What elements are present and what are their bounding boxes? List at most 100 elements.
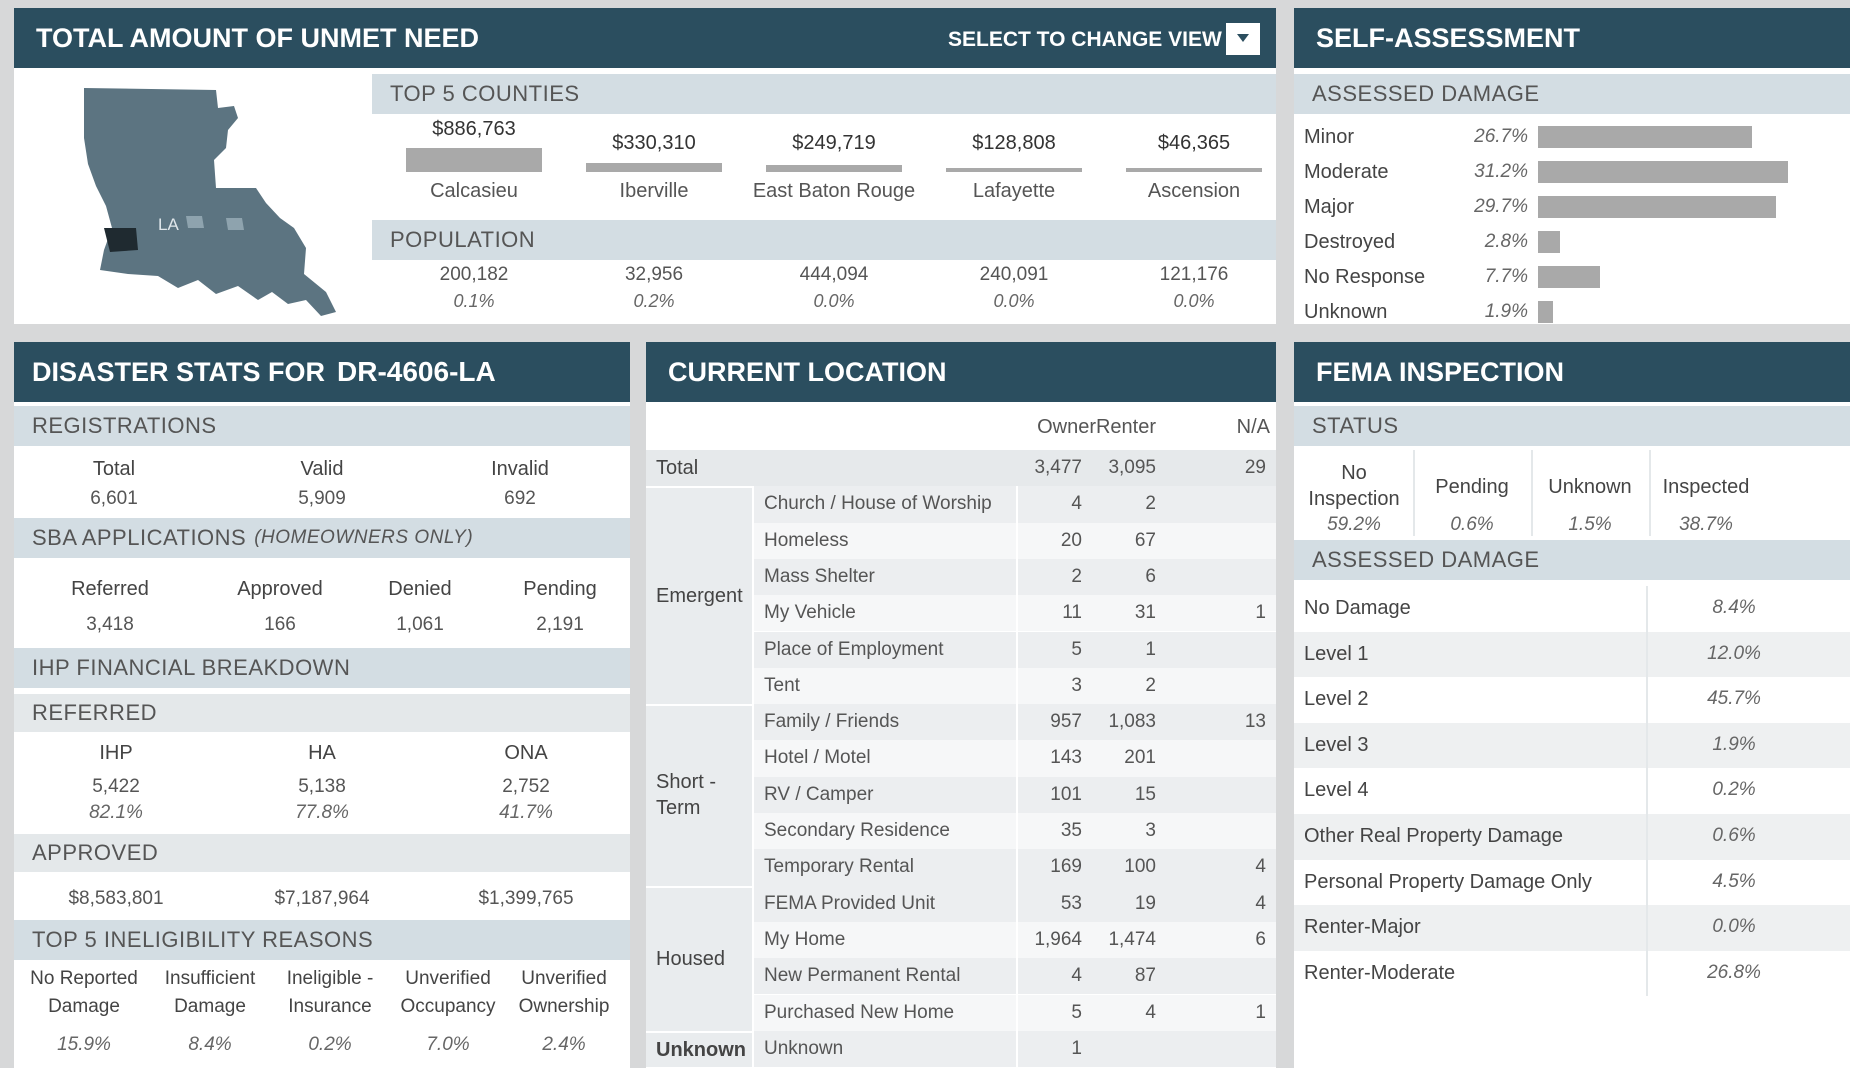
location-row-label: Unknown bbox=[764, 1037, 844, 1059]
self-assessment-bar[interactable] bbox=[1538, 266, 1600, 288]
status-column-label-line1: Pending bbox=[1435, 476, 1509, 498]
county-name[interactable]: Lafayette bbox=[924, 180, 1104, 203]
select-view-label[interactable]: SELECT TO CHANGE VIEW bbox=[948, 28, 1222, 52]
registrations-band: REGISTRATIONS bbox=[14, 406, 630, 446]
location-row-owner: 11 bbox=[1062, 602, 1082, 624]
location-row[interactable]: Family / Friends 957 1,083 13 bbox=[754, 704, 1276, 741]
inspection-damage-row[interactable]: Renter-Major 0.0% bbox=[1294, 905, 1850, 951]
location-row-label: RV / Camper bbox=[764, 783, 874, 805]
population-label: POPULATION bbox=[390, 227, 536, 252]
self-assessment-bar[interactable] bbox=[1538, 161, 1788, 183]
county-bar[interactable] bbox=[946, 168, 1082, 172]
inspection-damage-row[interactable]: Level 1 12.0% bbox=[1294, 631, 1850, 678]
ineligibility-reason-pct: 15.9% bbox=[57, 1034, 111, 1055]
location-row-na: 4 bbox=[1255, 892, 1266, 914]
location-row[interactable]: Unknown 1 bbox=[754, 1030, 1276, 1068]
louisiana-map[interactable]: LA bbox=[66, 78, 346, 322]
county-name[interactable]: Calcasieu bbox=[384, 180, 564, 203]
inspection-damage-row[interactable]: Level 2 45.7% bbox=[1294, 677, 1850, 723]
location-row[interactable]: Hotel / Motel 143 201 bbox=[754, 740, 1276, 777]
location-row[interactable]: Secondary Residence 35 3 bbox=[754, 813, 1276, 850]
county-bar[interactable] bbox=[586, 163, 722, 172]
county-population: 121,176 bbox=[1159, 264, 1229, 285]
inspection-damage-row[interactable]: Level 3 1.9% bbox=[1294, 722, 1850, 769]
location-group-unknown: Unknown bbox=[646, 1030, 752, 1068]
inspection-damage-row[interactable]: Personal Property Damage Only 4.5% bbox=[1294, 859, 1850, 906]
registration-label: Total bbox=[92, 458, 136, 480]
location-row-divider bbox=[1016, 994, 1018, 1031]
location-row[interactable]: Homeless 20 67 bbox=[754, 522, 1276, 559]
sba-note: (HOMEOWNERS ONLY) bbox=[254, 527, 474, 548]
inspection-damage-label: No Damage bbox=[1304, 597, 1411, 619]
location-row[interactable]: Purchased New Home 5 4 1 bbox=[754, 994, 1276, 1031]
location-row-divider bbox=[1016, 667, 1018, 705]
sba-label: Approved bbox=[237, 578, 323, 600]
location-row[interactable]: FEMA Provided Unit 53 19 4 bbox=[754, 885, 1276, 922]
location-row[interactable]: RV / Camper 101 15 bbox=[754, 776, 1276, 813]
location-row[interactable]: My Vehicle 11 31 1 bbox=[754, 595, 1276, 632]
inspection-damage-row[interactable]: Renter-Moderate 26.8% bbox=[1294, 950, 1850, 997]
location-row[interactable]: Tent 3 2 bbox=[754, 667, 1276, 705]
county-name[interactable]: Iberville bbox=[564, 180, 744, 203]
county-bar[interactable] bbox=[1126, 168, 1262, 172]
ineligibility-reason-line1: Unverified bbox=[405, 968, 491, 989]
self-assessment-bar[interactable] bbox=[1538, 126, 1752, 148]
location-row[interactable]: New Permanent Rental 4 87 bbox=[754, 958, 1276, 995]
view-dropdown-button[interactable] bbox=[1226, 23, 1260, 55]
location-row-label: Place of Employment bbox=[764, 638, 944, 660]
inspection-damage-row[interactable]: Other Real Property Damage 0.6% bbox=[1294, 814, 1850, 860]
registration-value: 6,601 bbox=[90, 488, 138, 509]
location-row-label: Temporary Rental bbox=[764, 856, 914, 878]
location-row[interactable]: Place of Employment 5 1 bbox=[754, 631, 1276, 668]
self-assessment-bar[interactable] bbox=[1538, 301, 1553, 323]
status-band: STATUS bbox=[1294, 406, 1850, 446]
ihp-band: IHP FINANCIAL BREAKDOWN bbox=[14, 648, 630, 688]
location-row-label: FEMA Provided Unit bbox=[764, 892, 936, 914]
location-group-housed: Housed bbox=[646, 885, 752, 1031]
inspection-damage-divider bbox=[1646, 586, 1648, 632]
ineligibility-label: TOP 5 INELIGIBILITY REASONS bbox=[32, 927, 374, 952]
calcasieu-highlight bbox=[104, 228, 138, 252]
disaster-stats-panel: DISASTER STATS FOR DR-4606-LA REGISTRATI… bbox=[14, 342, 630, 1068]
county-population-pct: 0.1% bbox=[453, 291, 495, 311]
county-bar[interactable] bbox=[766, 165, 902, 172]
location-row[interactable]: My Home 1,964 1,474 6 bbox=[754, 921, 1276, 959]
location-row-label: Secondary Residence bbox=[764, 820, 950, 841]
fema-inspection-header: FEMA INSPECTION bbox=[1294, 342, 1850, 402]
sba-value: 166 bbox=[264, 614, 296, 635]
location-row[interactable]: Mass Shelter 2 6 bbox=[754, 558, 1276, 596]
self-assessment-row-label: Destroyed bbox=[1304, 231, 1396, 253]
location-row-renter: 15 bbox=[1134, 783, 1156, 805]
location-row-renter: 4 bbox=[1145, 1001, 1156, 1023]
ihp-referred-value: 5,422 bbox=[92, 776, 140, 797]
self-assessment-row-pct: 7.7% bbox=[1484, 266, 1528, 287]
inspection-damage-pct: 0.0% bbox=[1712, 916, 1756, 938]
county-population-pct: 0.0% bbox=[1173, 291, 1215, 311]
inspection-damage-pct: 12.0% bbox=[1707, 642, 1761, 664]
inspection-damage-row[interactable]: Level 4 0.2% bbox=[1294, 768, 1850, 814]
inspection-damage-pct: 8.4% bbox=[1712, 597, 1756, 618]
ineligibility-reason-line1: Unverified bbox=[521, 968, 607, 989]
inspection-damage-divider bbox=[1646, 631, 1648, 678]
location-row-divider bbox=[1016, 704, 1018, 741]
county-amount: $886,763 bbox=[432, 118, 516, 140]
county-name[interactable]: Ascension bbox=[1104, 180, 1276, 203]
location-row-owner: 35 bbox=[1060, 820, 1082, 841]
ineligibility-reason-line2: Ownership bbox=[518, 996, 610, 1017]
fema-inspection-panel: FEMA INSPECTION STATUS ASSESSED DAMAGE N… bbox=[1294, 342, 1850, 1068]
location-row[interactable]: Temporary Rental 169 100 4 bbox=[754, 849, 1276, 886]
self-assessment-panel: SELF-ASSESSMENT ASSESSED DAMAGE Minor 26.… bbox=[1294, 8, 1850, 324]
self-assessment-bar[interactable] bbox=[1538, 196, 1776, 218]
location-row[interactable]: Church / House of Worship 4 2 bbox=[754, 486, 1276, 523]
county-name[interactable]: East Baton Rouge bbox=[744, 180, 924, 203]
self-assessment-bar[interactable] bbox=[1538, 231, 1560, 253]
location-row-renter: 31 bbox=[1134, 602, 1156, 624]
approved-band: APPROVED bbox=[14, 834, 630, 872]
location-total-row[interactable]: Total 3,477 3,095 29 bbox=[646, 450, 1276, 487]
location-group-label: Short - Term bbox=[656, 770, 717, 819]
ihp-label: IHP bbox=[99, 742, 133, 764]
inspection-damage-row[interactable]: No Damage 8.4% bbox=[1294, 586, 1850, 632]
registration-value: 692 bbox=[504, 488, 536, 509]
location-row-divider bbox=[1016, 595, 1018, 632]
county-bar[interactable] bbox=[406, 148, 542, 172]
